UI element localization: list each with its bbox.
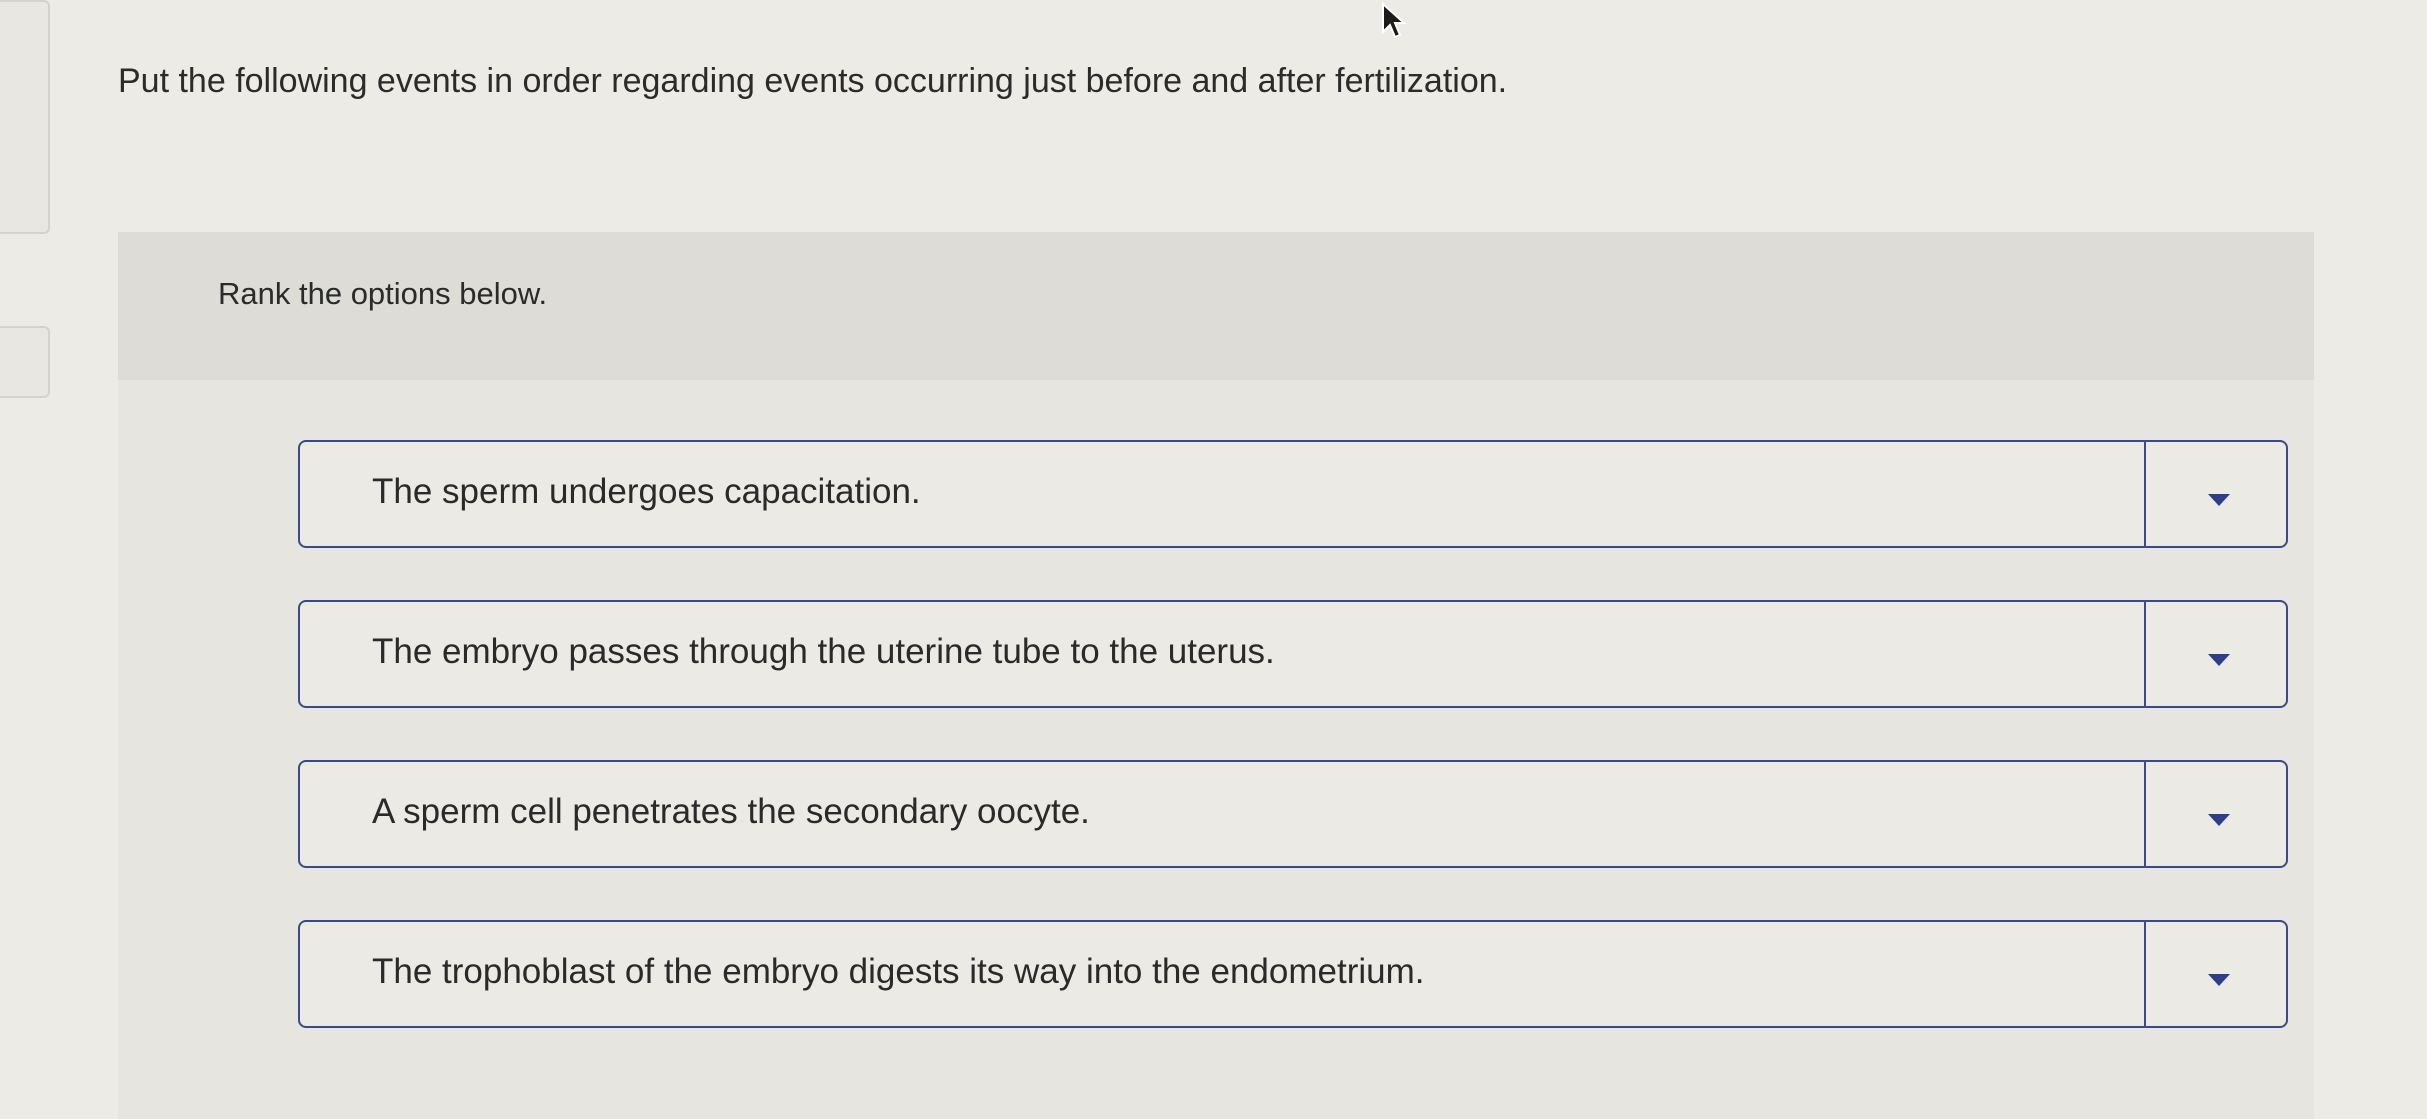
rank-item[interactable]: The sperm undergoes capacitation.	[298, 440, 2288, 548]
rank-dropdown[interactable]	[2144, 602, 2286, 706]
left-edge-tab[interactable]	[0, 0, 50, 234]
rank-item[interactable]: A sperm cell penetrates the secondary oo…	[298, 760, 2288, 868]
rank-item-label: The embryo passes through the uterine tu…	[372, 632, 1275, 671]
rank-item-label: A sperm cell penetrates the secondary oo…	[372, 792, 1090, 831]
chevron-down-icon	[2208, 974, 2230, 986]
rank-item[interactable]: The embryo passes through the uterine tu…	[298, 600, 2288, 708]
ranking-panel: Rank the options below. The sperm underg…	[118, 232, 2314, 1119]
rank-item-label: The trophoblast of the embryo digests it…	[372, 952, 1425, 991]
chevron-down-icon	[2208, 654, 2230, 666]
ranking-instruction: Rank the options below.	[218, 276, 548, 311]
question-prompt: Put the following events in order regard…	[118, 62, 1508, 100]
ranking-panel-header: Rank the options below.	[118, 232, 2314, 380]
rank-dropdown[interactable]	[2144, 442, 2286, 546]
chevron-down-icon	[2208, 494, 2230, 506]
rank-item[interactable]: The trophoblast of the embryo digests it…	[298, 920, 2288, 1028]
chevron-down-icon	[2208, 814, 2230, 826]
rank-item-label: The sperm undergoes capacitation.	[372, 472, 921, 511]
rank-dropdown[interactable]	[2144, 922, 2286, 1026]
mouse-pointer-icon	[1382, 2, 1407, 39]
left-edge-tab[interactable]	[0, 326, 50, 398]
rank-dropdown[interactable]	[2144, 762, 2286, 866]
